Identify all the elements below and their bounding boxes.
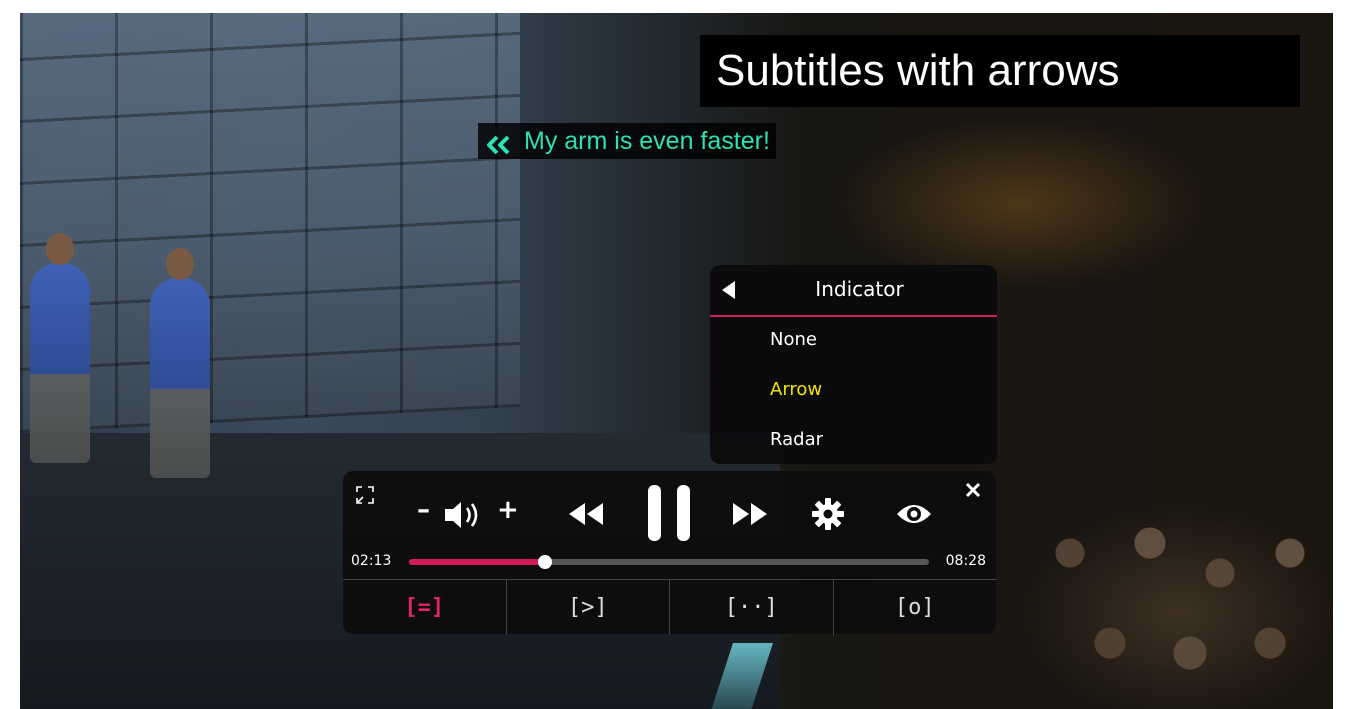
volume-icon[interactable]: [443, 499, 487, 531]
actor-left: [30, 233, 90, 463]
eye-icon[interactable]: [895, 499, 933, 529]
player-controls: – + 02:13 08:28 [=] [>] [··] [o]: [343, 471, 996, 635]
subtitle-text: My arm is even faster!: [524, 127, 770, 155]
fast-forward-icon[interactable]: [731, 501, 769, 527]
mode-button-subtitles[interactable]: [=]: [343, 580, 506, 635]
gear-icon[interactable]: [811, 497, 845, 531]
overlay-title: Subtitles with arrows: [700, 35, 1300, 107]
indicator-menu: Indicator None Arrow Radar: [710, 265, 997, 464]
menu-item-radar[interactable]: Radar: [770, 429, 823, 450]
mode-button-dots[interactable]: [··]: [669, 580, 833, 635]
volume-down-button[interactable]: –: [417, 495, 430, 525]
audience: [1030, 493, 1330, 709]
expand-icon[interactable]: [355, 485, 375, 505]
mode-button-forward[interactable]: [>]: [505, 580, 670, 635]
menu-item-arrow[interactable]: Arrow: [770, 379, 822, 400]
actor-right: [150, 248, 210, 478]
progress-fill: [409, 559, 546, 565]
menu-item-none[interactable]: None: [770, 329, 817, 350]
time-total: 08:28: [945, 553, 986, 569]
double-chevron-left-icon: [484, 130, 514, 155]
close-icon[interactable]: [964, 481, 982, 499]
view-mode-bar: [=] [>] [··] [o]: [343, 579, 996, 635]
menu-title: Indicator: [815, 277, 904, 301]
mode-button-circle[interactable]: [o]: [832, 580, 997, 635]
rewind-icon[interactable]: [567, 501, 605, 527]
progress-bar[interactable]: [409, 555, 929, 569]
volume-up-button[interactable]: +: [497, 495, 519, 525]
subtitle: My arm is even faster!: [478, 123, 776, 159]
pause-icon[interactable]: [646, 483, 692, 543]
menu-header: Indicator: [710, 265, 997, 317]
progress-thumb[interactable]: [538, 555, 553, 569]
stage-wall: [20, 13, 520, 433]
time-current: 02:13: [351, 553, 392, 569]
